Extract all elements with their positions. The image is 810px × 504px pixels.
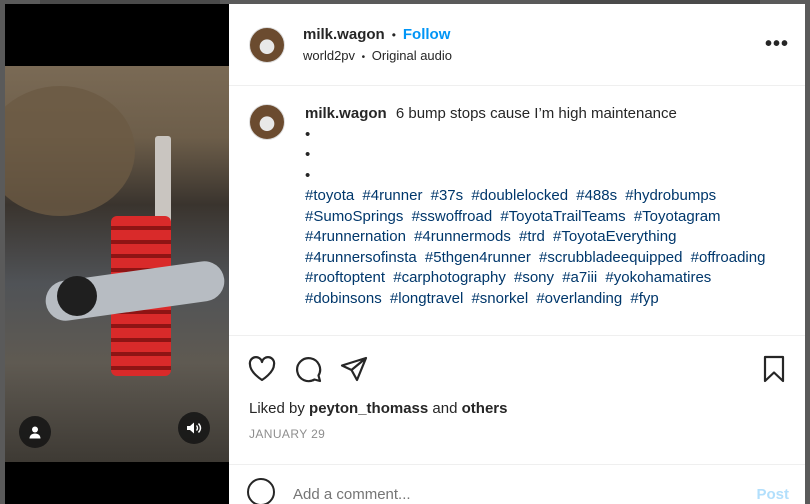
video-frame-knob bbox=[57, 276, 97, 316]
caption-block: milk.wagon 6 bump stops cause I’m high m… bbox=[229, 86, 805, 336]
caption-bullet: • bbox=[305, 125, 311, 143]
hashtag-link[interactable]: #rooftoptent bbox=[305, 269, 385, 286]
caption-bullet: • bbox=[305, 146, 311, 163]
heart-icon bbox=[248, 356, 276, 382]
likes-prefix: Liked by bbox=[249, 400, 305, 417]
caption-avatar[interactable] bbox=[249, 104, 285, 140]
tagged-users-button[interactable] bbox=[19, 416, 51, 448]
avatar[interactable] bbox=[249, 26, 285, 63]
reel-video[interactable] bbox=[5, 66, 229, 462]
likes-others-link[interactable]: others bbox=[462, 400, 508, 417]
hashtag-list: #toyota #4runner #37s #doublelocked #488… bbox=[305, 186, 789, 309]
hashtag-link[interactable]: #toyota bbox=[305, 187, 354, 204]
comment-icon bbox=[296, 357, 322, 383]
follow-button[interactable]: Follow bbox=[403, 26, 451, 43]
hashtag-link[interactable]: #SumoSprings bbox=[305, 208, 403, 225]
emoji-icon[interactable] bbox=[247, 477, 275, 504]
hashtag-link[interactable]: #scrubbladeequipped bbox=[539, 249, 682, 266]
user-icon bbox=[29, 426, 41, 439]
audio-title[interactable]: Original audio bbox=[372, 48, 452, 63]
speaker-icon bbox=[187, 422, 202, 434]
video-frame-tire bbox=[5, 86, 135, 216]
more-options-button[interactable]: ••• bbox=[765, 33, 789, 56]
hashtag-link[interactable]: #doublelocked bbox=[471, 187, 568, 204]
separator-dot: • bbox=[391, 27, 396, 42]
media-panel bbox=[5, 4, 229, 504]
likes-summary: Liked by peyton_thomass and others bbox=[229, 388, 805, 417]
post-comment-button[interactable]: Post bbox=[756, 486, 789, 503]
hashtag-link[interactable]: #488s bbox=[576, 187, 617, 204]
comment-bar: Post bbox=[229, 464, 805, 504]
hashtag-link[interactable]: #4runnermods bbox=[414, 228, 511, 245]
caption-username[interactable]: milk.wagon bbox=[305, 105, 387, 122]
audio-artist[interactable]: world2pv bbox=[303, 48, 355, 63]
audio-separator: • bbox=[361, 52, 366, 63]
hashtag-link[interactable]: #4runnernation bbox=[305, 228, 406, 245]
hashtag-link[interactable]: #4runner bbox=[362, 187, 422, 204]
caption-bullet: • bbox=[305, 166, 311, 184]
share-icon bbox=[340, 356, 368, 382]
post-date[interactable]: JANUARY 29 bbox=[229, 417, 805, 441]
comment-input[interactable] bbox=[293, 486, 757, 503]
bookmark-icon bbox=[763, 355, 785, 383]
hashtag-link[interactable]: #sswoffroad bbox=[412, 208, 493, 225]
hashtag-link[interactable]: #longtravel bbox=[390, 290, 463, 307]
hashtag-link[interactable]: #4runnersofinsta bbox=[305, 249, 417, 266]
hashtag-link[interactable]: #overlanding bbox=[536, 290, 622, 307]
post-header: milk.wagon • Follow world2pv • Original … bbox=[229, 4, 805, 86]
liked-by-user[interactable]: peyton_thomass bbox=[309, 400, 428, 417]
audio-toggle-button[interactable] bbox=[178, 412, 210, 444]
hashtag-link[interactable]: #ToyotaTrailTeams bbox=[500, 208, 625, 225]
hashtag-link[interactable]: #ToyotaEverything bbox=[553, 228, 676, 245]
hashtag-link[interactable]: #a7iii bbox=[562, 269, 597, 286]
hashtag-link[interactable]: #carphotography bbox=[393, 269, 506, 286]
hashtag-link[interactable]: #Toyotagram bbox=[634, 208, 721, 225]
hashtag-link[interactable]: #dobinsons bbox=[305, 290, 382, 307]
hashtag-link[interactable]: #snorkel bbox=[471, 290, 528, 307]
share-button[interactable] bbox=[339, 354, 369, 384]
hashtag-link[interactable]: #fyp bbox=[630, 290, 658, 307]
video-frame-shaft bbox=[155, 136, 171, 226]
hashtag-link[interactable]: #5thgen4runner bbox=[425, 249, 531, 266]
hashtag-link[interactable]: #offroading bbox=[691, 249, 766, 266]
post-modal: milk.wagon • Follow world2pv • Original … bbox=[5, 4, 805, 504]
save-button[interactable] bbox=[759, 354, 789, 384]
hashtag-link[interactable]: #37s bbox=[431, 187, 464, 204]
like-button[interactable] bbox=[247, 354, 277, 384]
hashtag-link[interactable]: #trd bbox=[519, 228, 545, 245]
details-panel: milk.wagon • Follow world2pv • Original … bbox=[229, 4, 805, 504]
comment-button[interactable] bbox=[293, 354, 323, 384]
hashtag-link[interactable]: #yokohamatires bbox=[605, 269, 711, 286]
hashtag-link[interactable]: #hydrobumps bbox=[625, 187, 716, 204]
hashtag-link[interactable]: #sony bbox=[514, 269, 554, 286]
caption-text: 6 bump stops cause I’m high maintenance bbox=[395, 105, 677, 122]
author-username[interactable]: milk.wagon bbox=[303, 26, 385, 43]
likes-and: and bbox=[432, 400, 458, 417]
action-bar bbox=[229, 336, 805, 388]
